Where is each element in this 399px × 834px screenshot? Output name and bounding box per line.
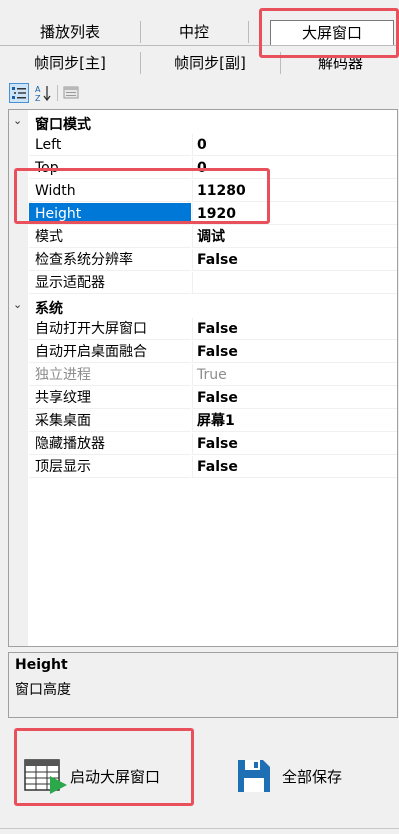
property-name: 自动打开大屏窗口 <box>29 318 191 340</box>
description-panel: Height 窗口高度 <box>8 652 398 718</box>
property-row-left[interactable]: Left 0 <box>9 134 397 157</box>
property-value[interactable]: 调试 <box>192 226 397 248</box>
property-value[interactable]: False <box>192 318 397 340</box>
category-label: 系统 <box>35 301 63 317</box>
property-name: 显示适配器 <box>29 272 191 294</box>
property-row-width[interactable]: Width 11280 <box>9 180 397 203</box>
property-name: Width <box>29 180 191 202</box>
category-window-mode[interactable]: ⌄ 窗口模式 <box>9 111 397 134</box>
property-row-top[interactable]: Top 0 <box>9 157 397 180</box>
tab-decoder[interactable]: 解码器 <box>282 52 399 74</box>
property-row-display-adapter[interactable]: 显示适配器 <box>9 272 397 295</box>
property-grid[interactable]: ⌄ 窗口模式 Left 0 Top 0 Width 11280 Height 1… <box>8 109 398 647</box>
save-all-button[interactable]: 全部保存 <box>236 758 366 796</box>
tab-frame-sync-slave[interactable]: 帧同步[副] <box>140 52 281 74</box>
save-button-label: 全部保存 <box>282 768 343 786</box>
property-row-topmost[interactable]: 顶层显示 False <box>9 456 397 479</box>
property-row-shared-texture[interactable]: 共享纹理 False <box>9 387 397 410</box>
property-row-capture-desktop[interactable]: 采集桌面 屏幕1 <box>9 410 397 433</box>
property-row-hide-player[interactable]: 隐藏播放器 False <box>9 433 397 456</box>
property-row-height[interactable]: Height 1920 <box>9 203 397 226</box>
save-icon <box>238 760 270 792</box>
property-row-independent-process: 独立进程 True <box>9 364 397 387</box>
property-value[interactable]: 0 <box>192 157 397 179</box>
categorized-button[interactable] <box>9 83 29 103</box>
table-play-icon <box>24 759 67 794</box>
tab-frame-sync-master[interactable]: 帧同步[主] <box>0 52 141 74</box>
category-label: 窗口模式 <box>35 117 91 133</box>
property-row-auto-desktop-blend[interactable]: 自动开启桌面融合 False <box>9 341 397 364</box>
property-pages-button[interactable] <box>62 83 82 103</box>
start-big-screen-button[interactable]: 启动大屏窗口 <box>24 756 184 796</box>
property-name: 自动开启桌面融合 <box>29 341 191 363</box>
property-name: 检查系统分辨率 <box>29 249 191 271</box>
tab-central-control[interactable]: 中控 <box>140 21 249 43</box>
property-value[interactable]: False <box>192 249 397 271</box>
svg-text:Z: Z <box>35 94 41 103</box>
property-name: 独立进程 <box>29 364 191 386</box>
property-name: Height <box>29 203 191 225</box>
tab-row-1: 播放列表 中控 大屏窗口 <box>0 20 399 46</box>
property-row-mode[interactable]: 模式 调试 <box>9 226 397 249</box>
collapse-chevron-icon[interactable]: ⌄ <box>13 298 22 311</box>
property-value[interactable]: False <box>192 341 397 363</box>
svg-text:A: A <box>35 85 41 94</box>
property-name: 隐藏播放器 <box>29 433 191 455</box>
property-value[interactable]: False <box>192 456 397 478</box>
property-value[interactable]: 11280 <box>192 180 397 202</box>
bottom-border <box>0 828 399 829</box>
property-value[interactable]: False <box>192 387 397 409</box>
property-name: Left <box>29 134 191 156</box>
property-name: 采集桌面 <box>29 410 191 432</box>
property-value[interactable]: 0 <box>192 134 397 156</box>
description-title: Height <box>15 657 68 673</box>
toolbar-separator <box>57 85 58 101</box>
property-name: 顶层显示 <box>29 456 191 478</box>
property-value[interactable]: 屏幕1 <box>192 410 397 432</box>
property-name: Top <box>29 157 191 179</box>
tab-big-screen-window[interactable]: 大屏窗口 <box>270 20 394 46</box>
property-row-check-resolution[interactable]: 检查系统分辨率 False <box>9 249 397 272</box>
property-pages-icon <box>63 86 79 99</box>
property-name: 共享纹理 <box>29 387 191 409</box>
tab-playlist[interactable]: 播放列表 <box>0 21 141 43</box>
property-name: 模式 <box>29 226 191 248</box>
category-system[interactable]: ⌄ 系统 <box>9 295 397 318</box>
tab-divider <box>0 45 399 46</box>
categorized-icon <box>12 87 26 99</box>
property-toolbar: A Z <box>0 80 399 106</box>
property-row-auto-open-window[interactable]: 自动打开大屏窗口 False <box>9 318 397 341</box>
property-value[interactable] <box>192 272 397 294</box>
description-text: 窗口高度 <box>15 682 71 698</box>
sort-az-icon: A Z <box>35 85 51 103</box>
property-value: True <box>192 364 397 386</box>
tab-row-2: 帧同步[主] 帧同步[副] 解码器 <box>0 52 399 76</box>
alphabetical-button[interactable]: A Z <box>33 83 53 103</box>
start-button-label: 启动大屏窗口 <box>70 768 161 786</box>
collapse-chevron-icon[interactable]: ⌄ <box>13 114 22 127</box>
property-value[interactable]: 1920 <box>192 203 397 225</box>
property-value[interactable]: False <box>192 433 397 455</box>
